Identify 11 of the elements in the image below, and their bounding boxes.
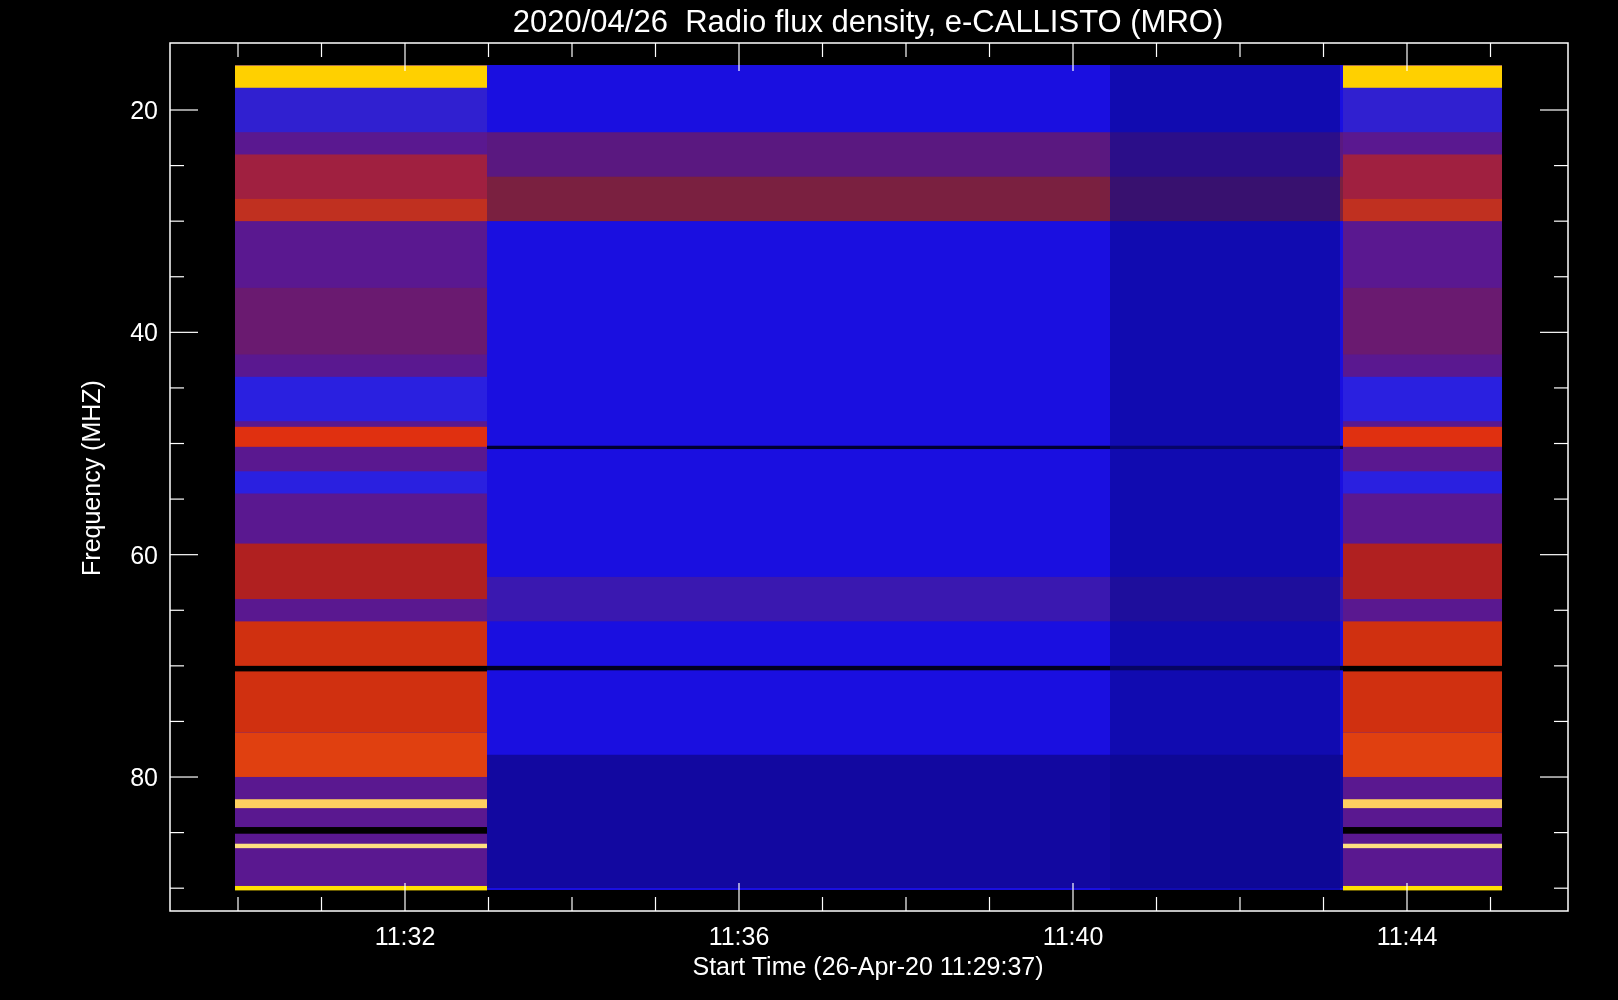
tick-label: 11:40: [1042, 922, 1104, 950]
chart-title: 2020/04/26 Radio flux density, e-CALLISTO (MRO): [512, 4, 1224, 39]
axis-title: Start Time (26-Apr-20 11:29:37): [692, 952, 1044, 980]
tick-label: 40: [130, 318, 158, 347]
tick-label: 80: [130, 763, 158, 791]
tick-label: 20: [130, 96, 158, 124]
tick-label: 11:36: [708, 922, 770, 950]
tick-label: 60: [130, 540, 158, 569]
tick-label: 11:32: [374, 922, 436, 950]
axis-title: Frequency (MHZ): [77, 380, 105, 576]
tick-label: 11:44: [1376, 922, 1438, 950]
